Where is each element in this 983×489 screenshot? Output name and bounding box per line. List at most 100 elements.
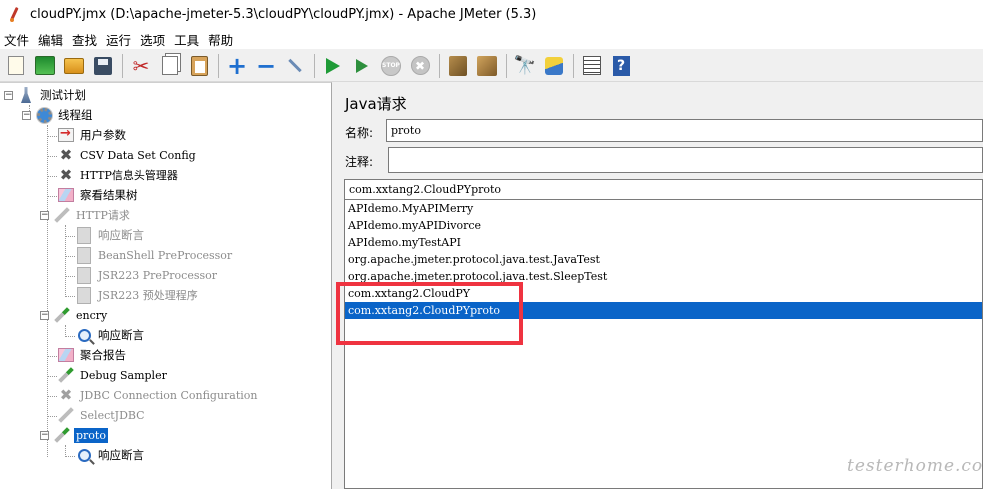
class-option[interactable]: APIdemo.myAPIDivorce [345, 217, 982, 234]
tree-node-test-plan[interactable]: − 测试计划 [4, 85, 88, 105]
shutdown-icon: ✖ [410, 56, 430, 75]
comment-label: 注释: [345, 155, 374, 169]
panel-title: Java请求 [345, 95, 407, 113]
cut-icon: ✂ [132, 53, 150, 78]
tree-node-label: 聚合报告 [80, 348, 126, 362]
assertion-icon [75, 446, 93, 464]
collapse-toggle[interactable]: − [22, 110, 31, 120]
tree-node-http-request[interactable]: − HTTP请求 [40, 205, 132, 225]
listener-icon [57, 186, 75, 204]
test-plan-tree[interactable]: − 测试计划 − 线程组 用户参数 ✖ CSV Data Set Config … [0, 82, 332, 489]
copy-button[interactable] [158, 54, 182, 78]
toolbar-separator [218, 53, 219, 78]
clear-icon [449, 55, 467, 76]
sampler-icon [57, 406, 75, 424]
function-helper-button[interactable] [580, 54, 604, 78]
tree-node-jsr223-preprocessor-cn[interactable]: JSR223 预处理程序 [75, 285, 200, 305]
tree-node-label: BeanShell PreProcessor [98, 248, 233, 262]
expand-icon: + [226, 51, 248, 80]
tree-connector [48, 196, 57, 197]
menu-edit[interactable]: 编辑 [37, 30, 68, 49]
tree-node-jsr223-preprocessor[interactable]: JSR223 PreProcessor [75, 265, 219, 285]
tree-node-label: HTTP信息头管理器 [80, 169, 178, 182]
search-button[interactable]: 🔭 [513, 54, 537, 78]
tree-node-label: JSR223 PreProcessor [98, 268, 218, 282]
tree-node-view-results-tree[interactable]: 察看结果树 [57, 185, 140, 205]
expand-all-button[interactable]: + [225, 54, 249, 78]
stop-icon: STOP [381, 55, 401, 76]
tree-node-encry[interactable]: − encry [40, 305, 109, 325]
listener-icon [57, 346, 75, 364]
tree-node-debug-sampler[interactable]: Debug Sampler [57, 365, 169, 385]
collapse-toggle[interactable]: − [40, 430, 49, 440]
menu-search[interactable]: 查找 [71, 30, 102, 49]
tree-node-label: 察看结果树 [80, 188, 138, 202]
templates-button[interactable] [33, 54, 57, 78]
tree-connector [47, 125, 48, 457]
toolbar-separator [314, 53, 315, 78]
cut-button[interactable]: ✂ [129, 54, 153, 78]
help-button[interactable]: ? [609, 54, 633, 78]
class-option[interactable]: org.apache.jmeter.protocol.java.test.Jav… [345, 251, 982, 268]
help-icon: ? [612, 55, 630, 76]
save-button[interactable] [91, 54, 115, 78]
clear-all-button[interactable] [475, 54, 499, 78]
reset-search-icon [545, 56, 563, 75]
tree-node-selectjdbc[interactable]: SelectJDBC [57, 405, 147, 425]
tree-node-label: 线程组 [58, 108, 93, 122]
menu-run[interactable]: 运行 [105, 30, 136, 49]
toggle-button[interactable] [283, 54, 307, 78]
comment-field[interactable] [388, 147, 983, 173]
collapse-toggle[interactable]: − [40, 210, 49, 220]
config-element-icon: ✖ [59, 145, 73, 164]
templates-icon [35, 56, 55, 75]
tree-connector [66, 456, 75, 457]
tree-node-user-parameters[interactable]: 用户参数 [57, 125, 128, 145]
clear-button[interactable] [446, 54, 470, 78]
classname-combobox[interactable]: com.xxtang2.CloudPYproto [344, 179, 983, 200]
tree-node-http-header-manager[interactable]: ✖ HTTP信息头管理器 [57, 165, 180, 185]
tree-node-response-assertion[interactable]: 响应断言 [75, 445, 146, 465]
class-option[interactable]: APIdemo.myTestAPI [345, 234, 982, 251]
menu-options[interactable]: 选项 [139, 30, 170, 49]
shutdown-button[interactable]: ✖ [408, 54, 432, 78]
reset-search-button[interactable] [542, 54, 566, 78]
assertion-icon [75, 226, 93, 244]
tree-node-csv-data-set-config[interactable]: ✖ CSV Data Set Config [57, 145, 198, 165]
menu-help[interactable]: 帮助 [207, 30, 238, 49]
tree-connector [66, 256, 75, 257]
sampler-icon [53, 206, 71, 224]
open-button[interactable] [62, 54, 86, 78]
tree-node-response-assertion[interactable]: 响应断言 [75, 325, 146, 345]
new-button[interactable] [4, 54, 28, 78]
class-option[interactable]: APIdemo.MyAPIMerry [345, 200, 982, 217]
tree-node-proto[interactable]: − proto [40, 425, 108, 445]
paste-icon [190, 55, 208, 76]
title-bar: cloudPY.jmx (D:\apache-jmeter-5.3\cloudP… [0, 0, 983, 29]
tree-node-beanshell-preprocessor[interactable]: BeanShell PreProcessor [75, 245, 234, 265]
menu-tools[interactable]: 工具 [173, 30, 204, 49]
tree-node-jdbc-connection-configuration[interactable]: ✖ JDBC Connection Configuration [57, 385, 260, 405]
tree-node-thread-group[interactable]: − 线程组 [22, 105, 95, 125]
toolbar-separator [573, 53, 574, 78]
paste-button[interactable] [187, 54, 211, 78]
stop-button[interactable]: STOP [379, 54, 403, 78]
menu-file[interactable]: 文件 [3, 30, 34, 49]
watermark: testerhome.com [847, 456, 983, 476]
preprocessor-icon [75, 286, 93, 304]
collapse-all-button[interactable]: − [254, 54, 278, 78]
tree-node-response-assertion[interactable]: 响应断言 [75, 225, 146, 245]
collapse-toggle[interactable]: − [4, 90, 13, 100]
collapse-toggle[interactable]: − [40, 310, 49, 320]
start-button[interactable] [321, 54, 345, 78]
clear-all-icon [477, 55, 497, 76]
tree-node-aggregate-report[interactable]: 聚合报告 [57, 345, 128, 365]
start-no-timers-button[interactable] [350, 54, 374, 78]
sampler-icon [53, 426, 71, 444]
test-plan-icon [17, 86, 35, 104]
preprocessor-icon [75, 246, 93, 264]
name-field[interactable]: proto [386, 119, 983, 142]
tree-node-label: CSV Data Set Config [80, 148, 196, 162]
tree-connector [66, 296, 75, 297]
search-icon: 🔭 [513, 54, 537, 76]
